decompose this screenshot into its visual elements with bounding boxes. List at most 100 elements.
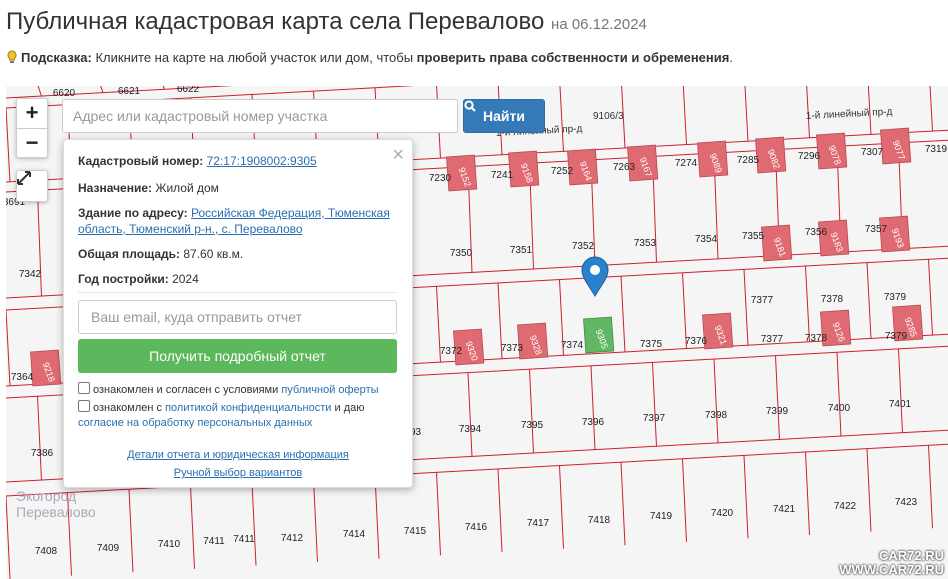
search-input[interactable] (62, 99, 458, 133)
parcel-boundary (590, 365, 596, 450)
parcel-label: 7374 (561, 340, 584, 351)
parcel-boundary (6, 107, 11, 183)
parcel-label: 7307 (861, 147, 884, 158)
parcel-label: 7418 (588, 515, 611, 526)
parcel-boundary (928, 259, 933, 336)
parcel-label: 7342 (19, 269, 42, 280)
parcel-label: 7377 (751, 295, 774, 306)
page-title: Публичная кадастровая карта села Перевал… (6, 8, 647, 35)
get-report-button[interactable]: Получить подробный отчет (78, 339, 397, 373)
parcel-label: 7263 (613, 162, 636, 173)
zoom-out-button[interactable]: − (17, 128, 47, 158)
parcel-label: 7386 (31, 448, 54, 459)
parcel-boundary (436, 472, 441, 556)
parcel-boundary (652, 362, 657, 447)
parcel-label: 7296 (798, 151, 821, 162)
purpose-value: Жилой дом (155, 181, 219, 195)
offer-link[interactable]: публичной оферты (281, 384, 378, 396)
parcel-boundary (497, 468, 503, 552)
parcel-boundary (743, 455, 749, 539)
year-value: 2024 (172, 272, 199, 286)
parcel-label: 7395 (521, 420, 544, 431)
parcel-label: 7230 (429, 173, 452, 184)
parcel-boundary (866, 448, 872, 532)
parcel-label: 7357 (865, 224, 888, 235)
year-row: Год постройки: 2024 (78, 272, 199, 286)
parcel-label: 7399 (766, 406, 789, 417)
parcel-label: 7241 (491, 170, 514, 181)
street-label: 1-й линейный пр-д (806, 106, 893, 122)
parcel-boundary (620, 462, 626, 546)
privacy-checkbox[interactable] (78, 400, 90, 412)
parcel-label: 7356 (805, 227, 828, 238)
parcel-label: 6620 (53, 88, 76, 99)
cadastral-map[interactable]: 6620 6621 6622 7230 7241 7252 7263 7274 7285 7296… (6, 86, 948, 579)
parcel-boundary (805, 452, 810, 536)
search-button-label: Найти (483, 108, 525, 124)
expand-icon (17, 171, 31, 185)
parcel-label: 7355 (742, 231, 765, 242)
parcel-label: 7378 (805, 333, 828, 344)
parcel-label: 7364 (11, 372, 34, 383)
map-place-label: Экогород Перевалово (16, 488, 96, 520)
location-marker-icon[interactable] (581, 256, 609, 297)
street-label: 9106/3 (593, 111, 624, 122)
consent-link[interactable]: согласие на обработку персональных данны… (78, 417, 312, 429)
parcel-boundary (100, 86, 104, 94)
parcel-boundary (467, 372, 473, 457)
cadastral-number-link[interactable]: 72:17:1908002:9305 (207, 154, 317, 168)
parcel-label: 7396 (582, 417, 605, 428)
parcel-boundary (620, 276, 626, 353)
parcel-label: 7422 (834, 501, 857, 512)
parcel-label: 7411 (203, 536, 225, 547)
email-field[interactable] (78, 300, 397, 334)
parcel-boundary (374, 475, 380, 559)
parcel-label: 7398 (705, 410, 728, 421)
parcel-label: 7352 (572, 241, 595, 252)
area-row: Общая площадь: 87.60 кв.м. (78, 247, 244, 261)
parcel-boundary (775, 355, 780, 440)
parcel-boundary (928, 445, 933, 529)
parcel-label: 7414 (343, 529, 366, 540)
parcel-boundary (682, 458, 687, 542)
parcel-boundary (559, 86, 564, 152)
parcel-label: 7408 (35, 546, 58, 557)
divider (78, 292, 397, 293)
parcel-label: 7419 (650, 511, 673, 522)
parcel-label: 7372 (440, 346, 463, 357)
parcel-boundary (744, 86, 749, 142)
parcel-label: 7394 (459, 424, 482, 435)
manual-selection-link[interactable]: Ручной выбор вариантов (64, 467, 412, 479)
parcel-label: 7376 (685, 336, 708, 347)
cadastral-row: Кадастровый номер: 72:17:1908002:9305 (78, 154, 317, 168)
search-button[interactable]: Найти (463, 99, 545, 133)
parcel-boundary (37, 86, 42, 97)
parcel-label: 7410 (158, 539, 181, 550)
page-date: на 06.12.2024 (551, 16, 647, 33)
parcel-boundary (836, 352, 842, 437)
report-details-link[interactable]: Детали отчета и юридическая информация (64, 449, 412, 461)
parcel-label: 7423 (895, 497, 918, 508)
hint-bold: проверить права собственности и обремене… (416, 50, 730, 65)
fullscreen-button[interactable] (16, 170, 48, 202)
offer-agreement: ознакомлен и согласен с условиями публич… (78, 382, 398, 398)
parcel-label: 7350 (450, 248, 473, 259)
parcel-label: 7379 (884, 292, 907, 303)
parcel-boundary (6, 309, 11, 387)
hint-bar: Подсказка: Кликните на карте на любой уч… (6, 50, 733, 65)
parcel-boundary (805, 266, 810, 343)
lightbulb-icon (7, 50, 17, 63)
privacy-link[interactable]: политикой конфиденциальности (165, 402, 331, 414)
parcel-label: 7353 (634, 238, 657, 249)
parcel-label: 7411 (233, 534, 255, 545)
area-value: 87.60 кв.м. (183, 247, 244, 261)
parcel-label: 7415 (404, 526, 427, 537)
parcel-label: 6622 (177, 86, 200, 95)
offer-checkbox[interactable] (78, 382, 90, 394)
parcel-boundary (37, 396, 42, 481)
zoom-in-button[interactable]: + (17, 99, 47, 128)
parcel-label: 7409 (97, 543, 120, 554)
hint-text: Кликните на карте на любой участок или д… (95, 50, 414, 65)
parcel-boundary (682, 86, 687, 145)
parcel-label: 7375 (640, 339, 663, 350)
